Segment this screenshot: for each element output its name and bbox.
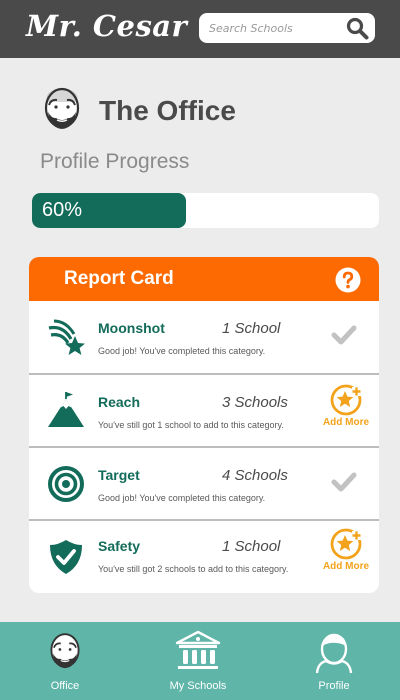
add-more-label: Add More xyxy=(322,417,370,428)
search-input[interactable] xyxy=(209,18,339,38)
row-description: You've still got 2 schools to add to thi… xyxy=(98,564,289,574)
row-title: Target xyxy=(98,467,140,483)
nav-item-profile[interactable]: Profile xyxy=(279,622,389,700)
row-title: Safety xyxy=(98,538,141,554)
search-icon[interactable] xyxy=(345,16,369,40)
nav-label: Office xyxy=(50,680,80,692)
shooting-star-icon xyxy=(48,319,85,355)
add-star-icon xyxy=(330,528,362,560)
report-card-header: Report Card xyxy=(29,257,379,301)
mountain-peak-icon xyxy=(48,392,84,427)
profile-progress-bar: 60% xyxy=(32,193,379,228)
report-card-title: Report Card xyxy=(64,268,174,289)
question-circle-icon[interactable] xyxy=(335,267,361,293)
nav-item-my-schools[interactable]: My Schools xyxy=(143,622,253,700)
add-more-label: Add More xyxy=(322,561,370,572)
avatar-face-icon xyxy=(44,87,80,129)
row-school-count: 1 School xyxy=(222,320,281,337)
add-star-icon xyxy=(330,384,362,416)
check-icon xyxy=(331,325,357,345)
target-icon xyxy=(48,466,84,502)
row-description: Good job! You've completed this category… xyxy=(98,346,266,356)
row-description: You've still got 1 school to add to this… xyxy=(98,420,284,430)
check-icon xyxy=(331,472,357,492)
school-building-icon xyxy=(175,630,221,669)
avatar-face-icon xyxy=(50,633,80,669)
report-card: Report Card Moonshot 1 School Good job! … xyxy=(29,257,379,593)
nav-item-office[interactable]: Office xyxy=(10,622,120,700)
row-school-count: 1 School xyxy=(222,538,281,555)
profile-name: The Office xyxy=(99,95,236,126)
report-row-moonshot[interactable]: Moonshot 1 School Good job! You've compl… xyxy=(29,301,379,374)
add-more-button[interactable]: Add More xyxy=(321,528,371,578)
report-row-target[interactable]: Target 4 Schools Good job! You've comple… xyxy=(29,446,379,519)
row-title: Reach xyxy=(98,394,141,410)
person-outline-icon xyxy=(315,633,353,674)
shield-check-icon xyxy=(50,540,82,574)
app-logo[interactable]: Mr. Cesar xyxy=(26,9,187,43)
progress-label: Profile Progress xyxy=(40,150,190,173)
row-title: Moonshot xyxy=(98,320,165,336)
add-more-button[interactable]: Add More xyxy=(321,384,371,434)
row-school-count: 3 Schools xyxy=(222,394,288,411)
progress-percent-text: 60% xyxy=(42,199,83,221)
search-box[interactable] xyxy=(199,13,375,43)
nav-label: Profile xyxy=(318,680,350,692)
nav-label: My Schools xyxy=(169,680,227,692)
bottom-nav: Office My Schools Profile xyxy=(0,622,400,700)
row-description: Good job! You've completed this category… xyxy=(98,493,266,503)
report-row-reach[interactable]: Reach 3 Schools You've still got 1 schoo… xyxy=(29,373,379,446)
app-header: Mr. Cesar xyxy=(0,0,400,58)
row-school-count: 4 Schools xyxy=(222,467,288,484)
report-row-safety[interactable]: Safety 1 School You've still got 2 schoo… xyxy=(29,519,379,592)
